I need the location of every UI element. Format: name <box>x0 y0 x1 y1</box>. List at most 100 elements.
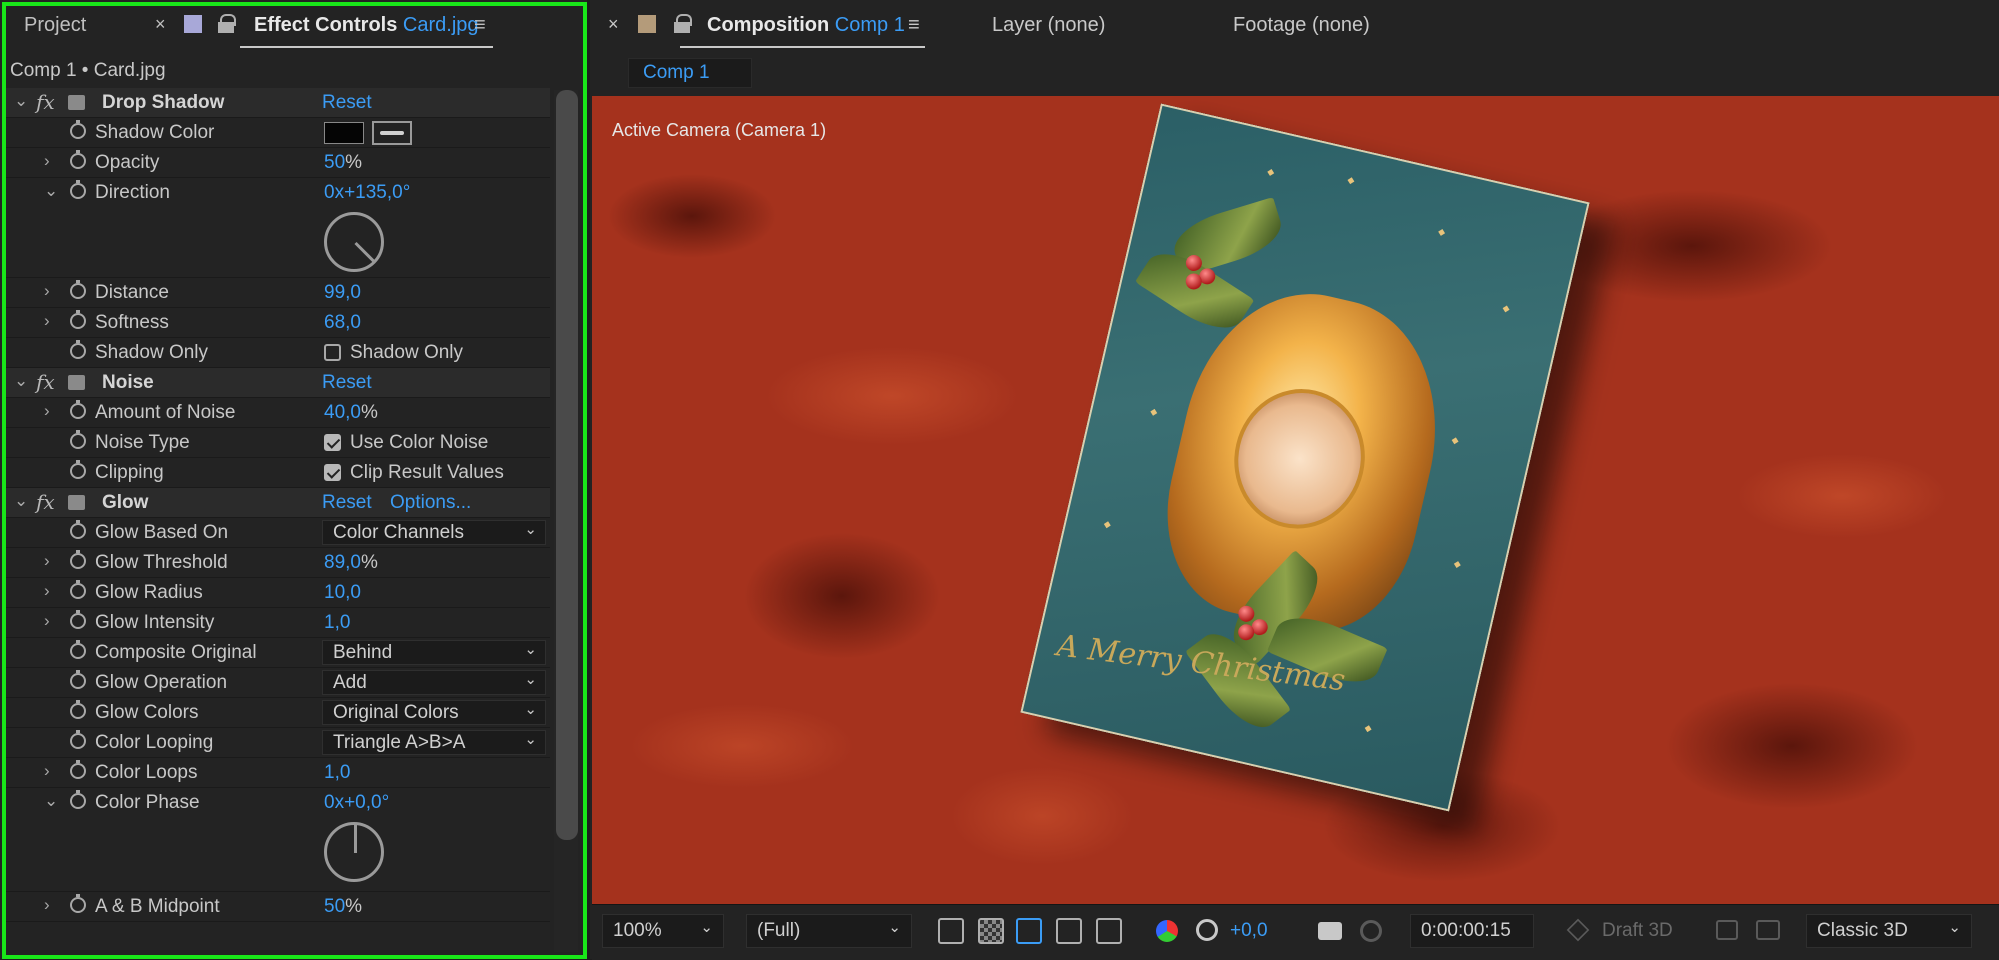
stopwatch-icon[interactable] <box>70 670 86 689</box>
close-icon[interactable]: × <box>608 14 619 35</box>
timecode-field[interactable]: 0:00:00:15 <box>1410 914 1534 948</box>
property-value[interactable]: 50% <box>324 152 362 174</box>
stopwatch-icon[interactable] <box>70 340 86 359</box>
reset-button[interactable]: Reset <box>322 372 372 394</box>
stopwatch-icon[interactable] <box>70 310 86 329</box>
channel-icon[interactable] <box>1156 920 1178 942</box>
stopwatch-icon[interactable] <box>70 610 86 629</box>
stopwatch-icon[interactable] <box>70 400 86 419</box>
chevron-right-icon[interactable]: › <box>44 151 50 171</box>
stopwatch-icon[interactable] <box>70 520 86 539</box>
color-noise-checkbox[interactable] <box>324 434 341 451</box>
value-number[interactable]: 40,0 <box>324 402 361 423</box>
property-value[interactable]: 50% <box>324 896 362 918</box>
label-color-swatch[interactable] <box>184 15 202 33</box>
tab-project[interactable]: Project <box>24 14 86 37</box>
stopwatch-icon[interactable] <box>70 550 86 569</box>
chevron-right-icon[interactable]: › <box>44 611 50 631</box>
property-value[interactable]: 0x+135,0° <box>324 182 410 204</box>
property-value[interactable]: 1,0 <box>324 612 350 634</box>
angle-dial[interactable] <box>324 822 384 882</box>
reset-button[interactable]: Reset <box>322 92 372 114</box>
extended-viewer-icon[interactable] <box>1756 920 1780 940</box>
chevron-down-icon[interactable]: ⌄ <box>44 181 58 201</box>
stopwatch-icon[interactable] <box>70 180 86 199</box>
glow-based-on-dropdown[interactable]: Color Channels ⌄ <box>322 520 546 545</box>
tab-footage[interactable]: Footage (none) <box>1233 14 1370 37</box>
resolution-dropdown[interactable]: (Full) ⌄ <box>746 914 912 948</box>
chevron-right-icon[interactable]: › <box>44 761 50 781</box>
stopwatch-icon[interactable] <box>70 790 86 809</box>
stopwatch-icon[interactable] <box>70 760 86 779</box>
color-looping-dropdown[interactable]: Triangle A>B>A ⌄ <box>322 730 546 755</box>
effect-drop-shadow[interactable]: ⌄ fx Drop Shadow Reset <box>6 88 550 118</box>
glow-colors-dropdown[interactable]: Original Colors ⌄ <box>322 700 546 725</box>
options-button[interactable]: Options... <box>390 492 471 514</box>
eyedropper-icon[interactable] <box>372 121 412 145</box>
chevron-down-icon[interactable]: ⌄ <box>14 491 28 511</box>
stopwatch-icon[interactable] <box>70 280 86 299</box>
fx-icon[interactable]: fx <box>36 490 55 514</box>
property-value[interactable]: 99,0 <box>324 282 361 304</box>
chevron-right-icon[interactable]: › <box>44 311 50 331</box>
stopwatch-icon[interactable] <box>70 430 86 449</box>
chevron-right-icon[interactable]: › <box>44 551 50 571</box>
panel-menu-icon[interactable]: ≡ <box>474 14 486 37</box>
draft-3d-label[interactable]: Draft 3D <box>1602 920 1673 942</box>
tab-composition[interactable]: Composition Comp 1 <box>707 14 905 37</box>
chevron-down-icon[interactable]: ⌄ <box>14 91 28 111</box>
exposure-value[interactable]: +0,0 <box>1230 920 1268 942</box>
label-color-swatch[interactable] <box>638 15 656 33</box>
stopwatch-icon[interactable] <box>70 640 86 659</box>
shadow-only-checkbox[interactable] <box>324 344 341 361</box>
fx-icon[interactable]: fx <box>36 370 55 394</box>
stopwatch-icon[interactable] <box>70 894 86 913</box>
property-value[interactable]: 40,0% <box>324 402 378 424</box>
property-value[interactable]: 10,0 <box>324 582 361 604</box>
clip-result-checkbox[interactable] <box>324 464 341 481</box>
property-value[interactable]: 68,0 <box>324 312 361 334</box>
panel-menu-icon[interactable]: ≡ <box>908 14 920 37</box>
stopwatch-icon[interactable] <box>70 700 86 719</box>
value-number[interactable]: 50 <box>324 896 345 917</box>
region-of-interest-icon[interactable] <box>1056 918 1082 944</box>
stopwatch-icon[interactable] <box>70 120 86 139</box>
close-icon[interactable]: × <box>155 14 166 35</box>
chevron-down-icon[interactable]: ⌄ <box>44 791 58 811</box>
scrollbar-thumb[interactable] <box>556 90 578 840</box>
property-value[interactable]: 1,0 <box>324 762 350 784</box>
stopwatch-icon[interactable] <box>70 730 86 749</box>
renderer-dropdown[interactable]: Classic 3D ⌄ <box>1806 914 1972 948</box>
stopwatch-icon[interactable] <box>70 460 86 479</box>
grid-guides-icon[interactable] <box>1096 918 1122 944</box>
property-value[interactable]: 0x+0,0° <box>324 792 389 814</box>
effect-noise[interactable]: ⌄ fx Noise Reset <box>6 368 550 398</box>
composite-original-dropdown[interactable]: Behind ⌄ <box>322 640 546 665</box>
color-swatch[interactable] <box>324 122 364 144</box>
value-number[interactable]: 89,0 <box>324 552 361 573</box>
tab-effect-controls[interactable]: Effect Controls Card.jpg <box>254 14 479 37</box>
3d-ground-plane-icon[interactable] <box>1716 920 1738 940</box>
comp-navigator-tab[interactable]: Comp 1 <box>628 58 752 88</box>
property-value[interactable]: 89,0% <box>324 552 378 574</box>
angle-dial[interactable] <box>324 212 384 272</box>
show-snapshot-icon[interactable] <box>1360 920 1382 942</box>
reset-button[interactable]: Reset <box>322 492 372 514</box>
fx-icon[interactable]: fx <box>36 90 55 114</box>
effect-glow[interactable]: ⌄ fx Glow Reset Options... <box>6 488 550 518</box>
stopwatch-icon[interactable] <box>70 150 86 169</box>
camera-icon[interactable] <box>1318 922 1342 940</box>
reset-exposure-icon[interactable] <box>1196 919 1218 941</box>
fast-previews-icon[interactable] <box>938 918 964 944</box>
chevron-right-icon[interactable]: › <box>44 581 50 601</box>
stopwatch-icon[interactable] <box>70 580 86 599</box>
chevron-down-icon[interactable]: ⌄ <box>14 371 28 391</box>
tab-layer[interactable]: Layer (none) <box>992 14 1105 37</box>
transparency-grid-icon[interactable] <box>978 918 1004 944</box>
magnification-dropdown[interactable]: 100% ⌄ <box>602 914 724 948</box>
chevron-right-icon[interactable]: › <box>44 895 50 915</box>
chevron-right-icon[interactable]: › <box>44 401 50 421</box>
chevron-right-icon[interactable]: › <box>44 281 50 301</box>
glow-operation-dropdown[interactable]: Add ⌄ <box>322 670 546 695</box>
value-number[interactable]: 50 <box>324 152 345 173</box>
